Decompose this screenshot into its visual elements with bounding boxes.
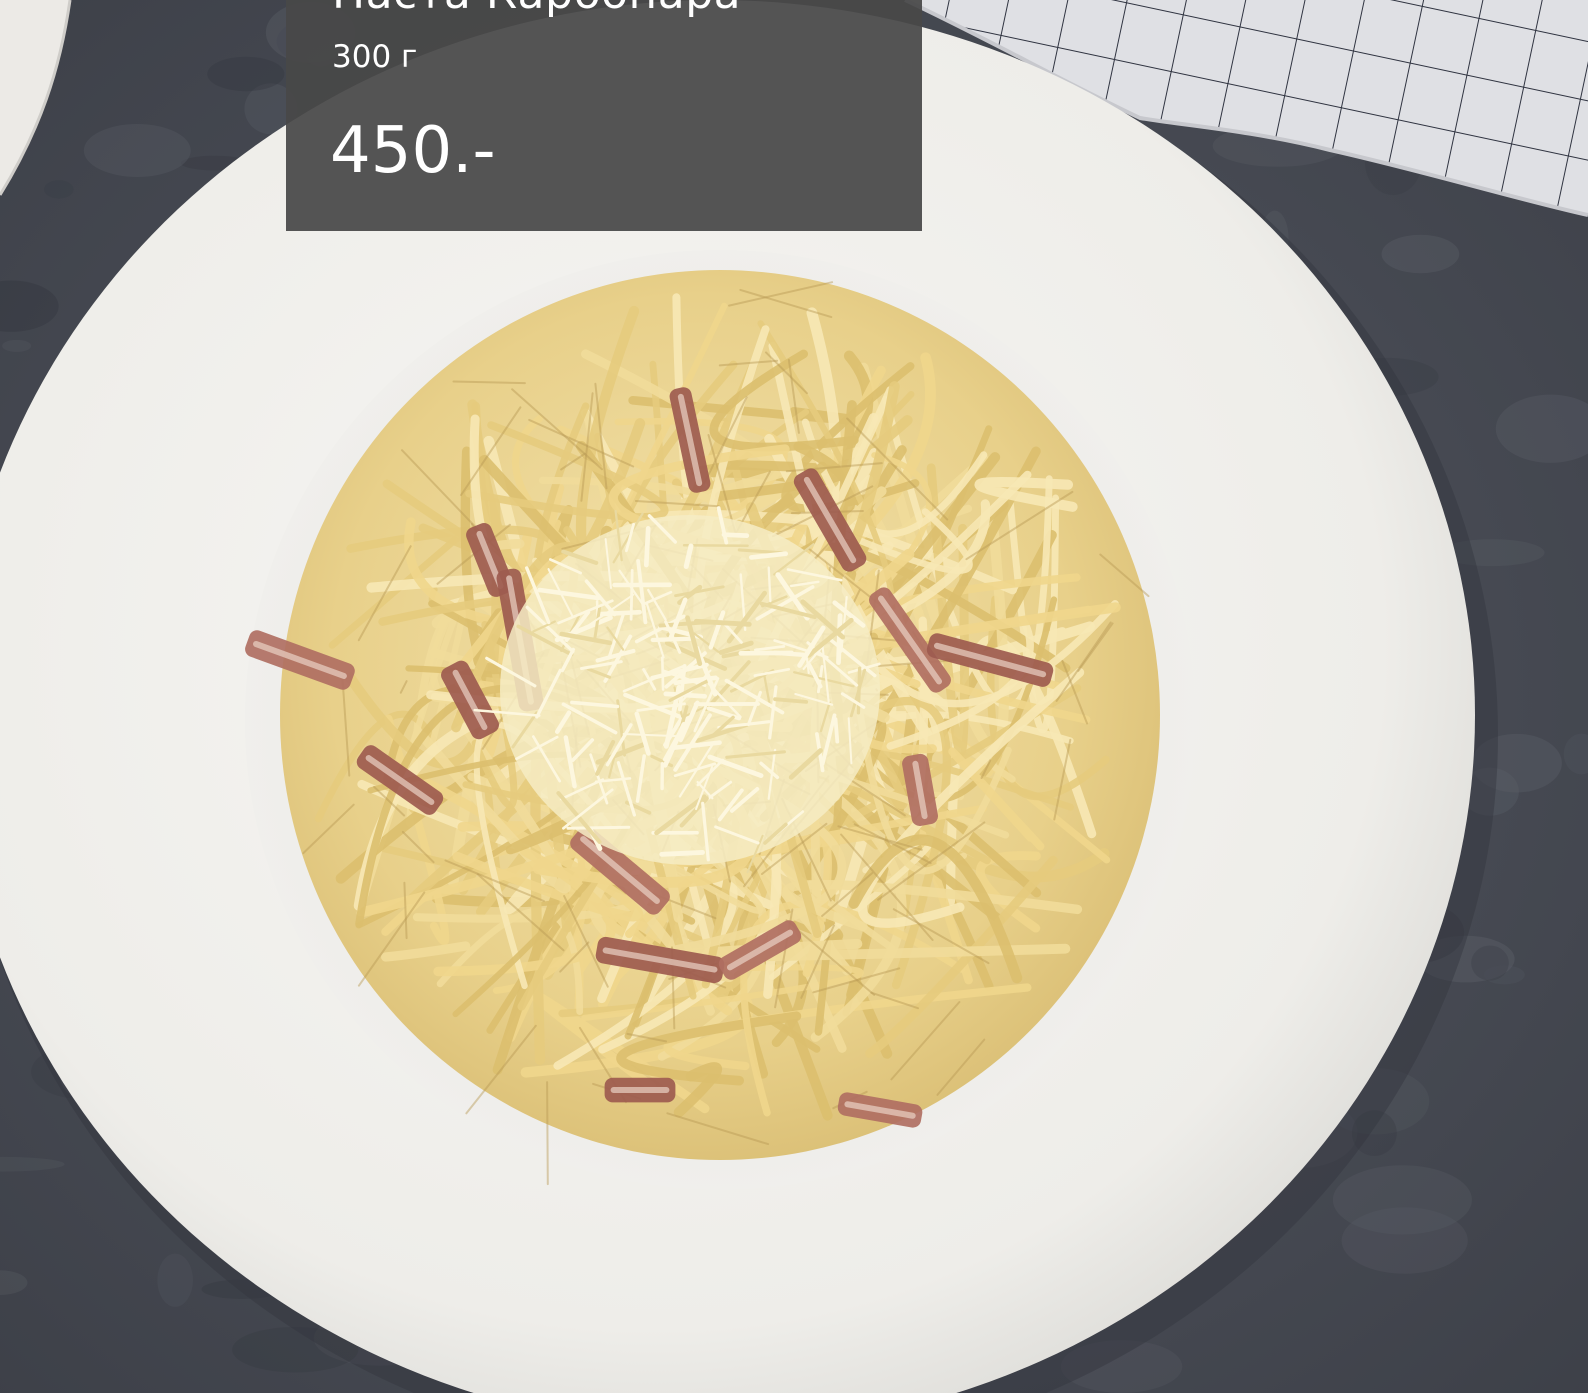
table-texture-spot	[1332, 1165, 1472, 1235]
menu-item-card: Паста Карбонара 300 г 450.-	[286, 0, 922, 231]
parmesan-shred	[836, 613, 843, 665]
parmesan-shred	[659, 849, 705, 857]
parmesan-shred	[682, 543, 749, 547]
food-photo-scene: Паста Карбонара 300 г 450.-	[0, 0, 1588, 1393]
parmesan-shred	[833, 717, 840, 744]
dish-name: Паста Карбонара	[332, 0, 741, 16]
parmesan-shred	[693, 618, 752, 627]
parmesan-shred	[663, 691, 708, 699]
dish-price: 450.-	[330, 114, 496, 188]
table-texture-spot	[1381, 234, 1460, 274]
table-texture-spot	[1471, 945, 1509, 981]
table-texture-spot	[207, 56, 285, 92]
table-texture-spot	[157, 1253, 194, 1307]
dish-weight: 300 г	[332, 39, 418, 75]
table-texture-spot	[2, 339, 32, 352]
parmesan-shred	[643, 526, 651, 568]
parmesan-shred	[773, 697, 809, 704]
bacon-fat	[610, 1087, 670, 1093]
spaghetti-shadow	[546, 1081, 549, 1186]
parmesan-shred	[566, 825, 631, 830]
table-texture-spot	[43, 180, 74, 199]
table-texture-spot	[83, 123, 191, 177]
parmesan-shred	[721, 532, 750, 538]
